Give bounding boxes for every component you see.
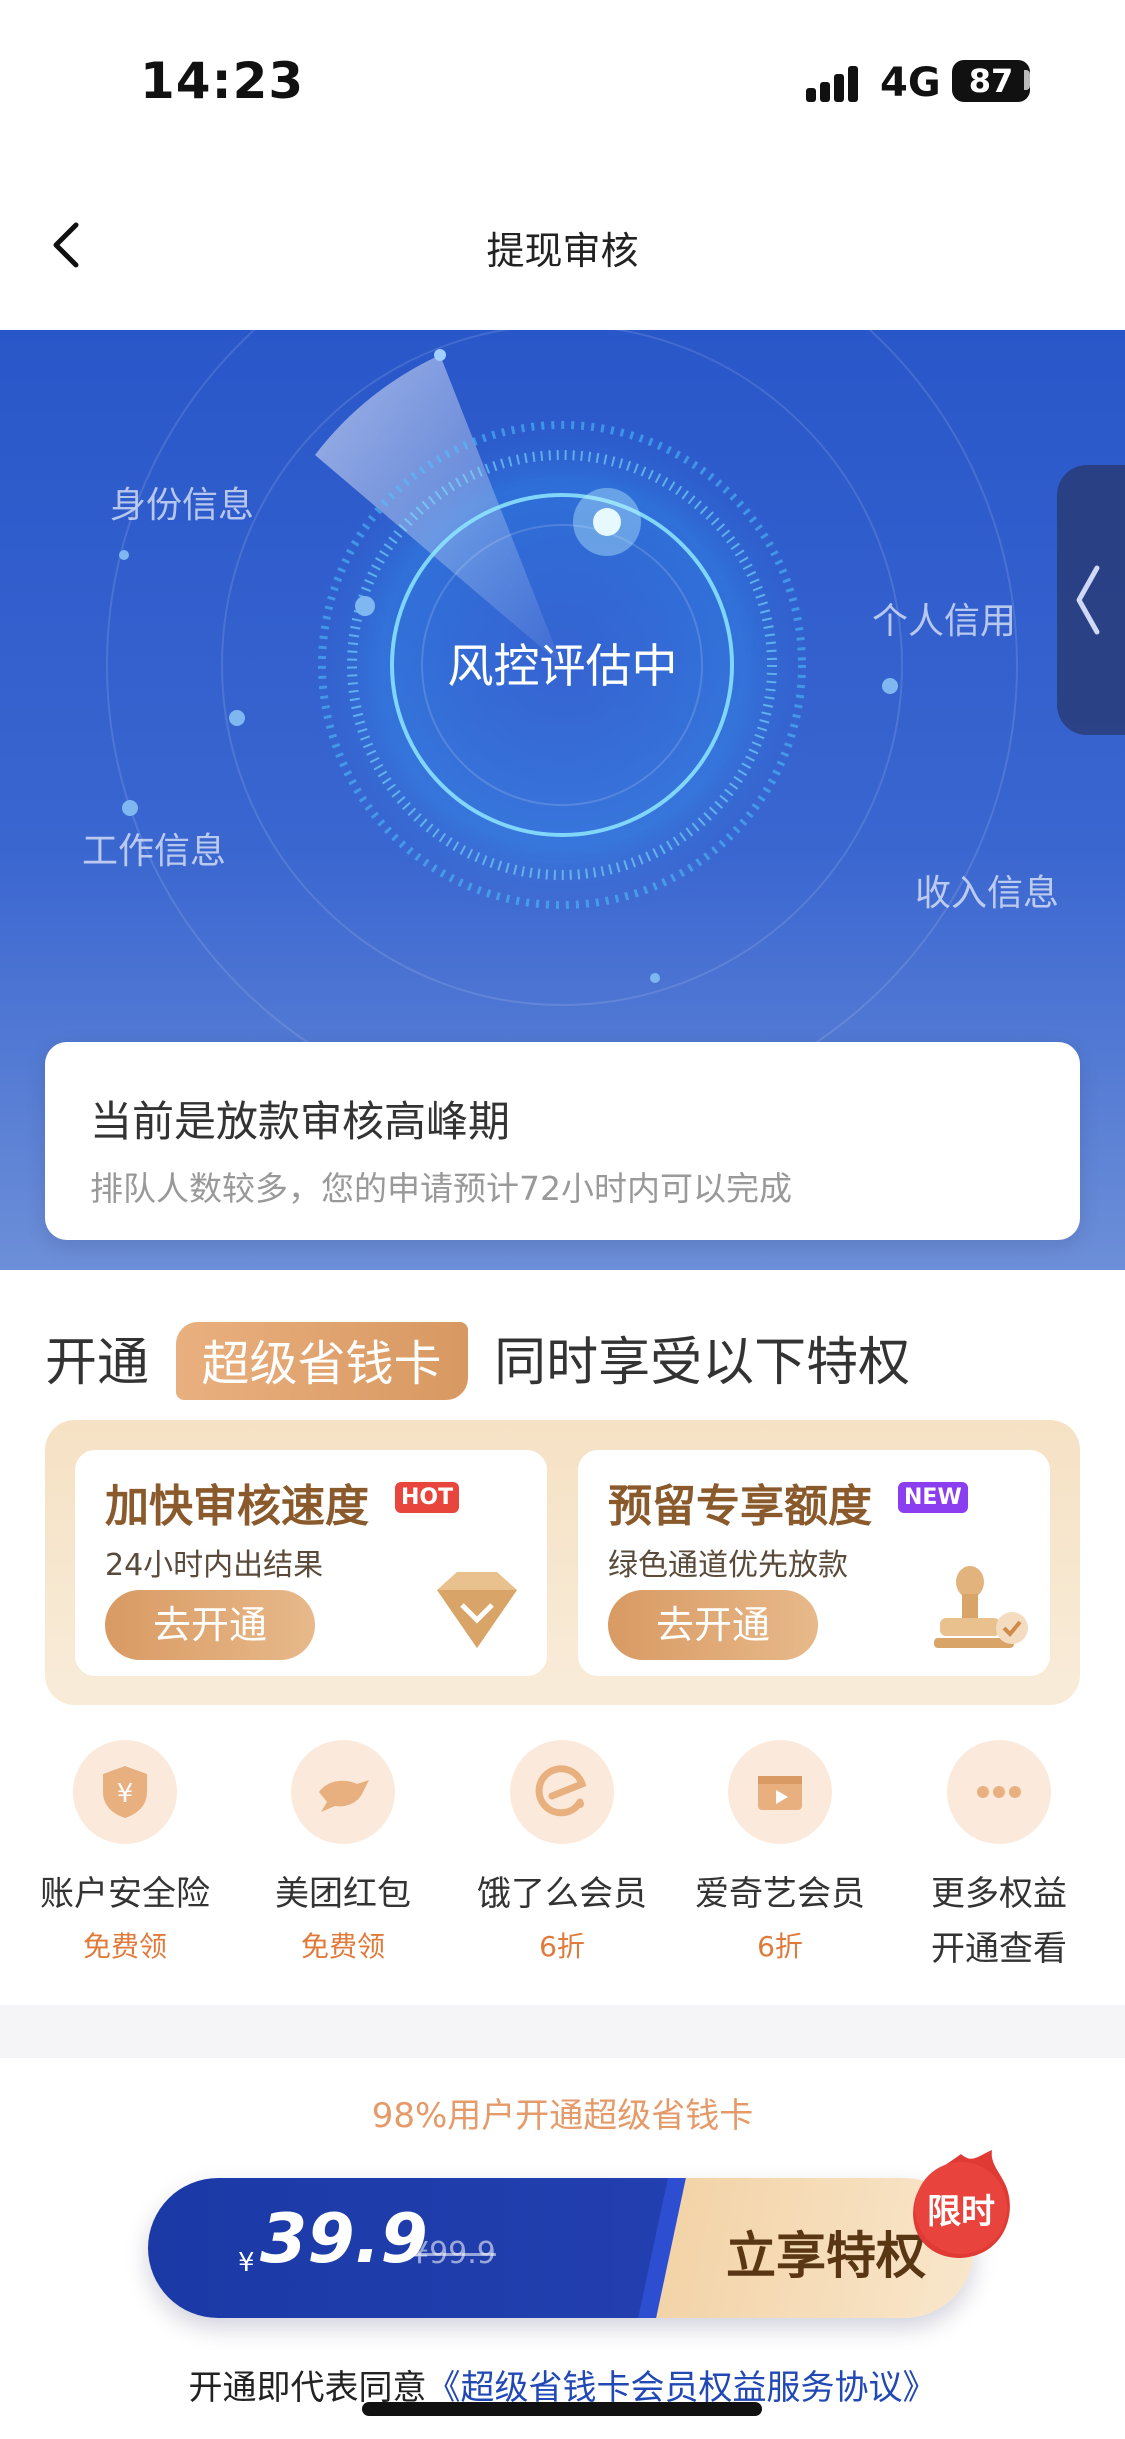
benefit-more[interactable]: 更多权益 开通查看 — [899, 1740, 1099, 1970]
diamond-icon — [437, 1572, 517, 1648]
notice-card: 当前是放款审核高峰期 排队人数较多，您的申请预计72小时内可以完成 — [45, 1042, 1080, 1240]
privilege-card-speed: 加快审核速度 HOT 24小时内出结果 去开通 — [75, 1450, 547, 1676]
benefit-eleme[interactable]: 饿了么会员 6折 — [462, 1740, 662, 1965]
privilege-card-quota: 预留专享额度 NEW 绿色通道优先放款 去开通 — [578, 1450, 1050, 1676]
side-drawer-tab[interactable] — [1057, 465, 1125, 735]
more-icon — [947, 1740, 1051, 1844]
limited-text: 限时 — [927, 2192, 995, 2232]
page-title: 提现审核 — [486, 229, 639, 273]
buy-button[interactable]: ¥ 39.9 ¥99.9 立享特权 — [148, 2178, 974, 2318]
benefit-promo: 免费领 — [82, 1930, 167, 1963]
label-income: 收入信息 — [915, 873, 1060, 914]
signal-icon — [806, 62, 866, 102]
benefit-promo: 6折 — [757, 1930, 803, 1963]
privileges-section: 开通 超级省钱卡 同时享受以下特权 加快审核速度 HOT 24小时内出结果 去开… — [0, 1270, 1125, 2005]
battery-tip — [1024, 70, 1030, 90]
new-tag: NEW — [898, 1482, 968, 1513]
eleme-icon — [510, 1740, 614, 1844]
currency-symbol: ¥ — [238, 2248, 255, 2278]
benefit-name: 饿了么会员 — [477, 1874, 647, 1914]
cta-label: 立享特权 — [726, 2227, 926, 2285]
network-type: 4G — [880, 60, 941, 106]
benefit-account-insurance[interactable]: ¥ 账户安全险 免费领 — [25, 1740, 225, 1965]
card-title: 加快审核速度 — [105, 1481, 369, 1532]
nav-bar: 提现审核 — [0, 170, 1125, 330]
svg-text:¥: ¥ — [117, 1779, 134, 1809]
status-bar: 14:23 4G 87 — [0, 0, 1125, 170]
card-subtitle: 绿色通道优先放款 — [608, 1548, 848, 1583]
activate-button[interactable]: 去开通 — [105, 1590, 315, 1660]
shield-yen-icon: ¥ — [73, 1740, 177, 1844]
video-icon — [728, 1740, 832, 1844]
privilege-cards: 加快审核速度 HOT 24小时内出结果 去开通 预留专享额度 NEW 绿色通道优… — [45, 1420, 1080, 1705]
battery-icon: 87 — [952, 60, 1030, 102]
benefit-name: 美团红包 — [275, 1874, 411, 1914]
notice-title: 当前是放款审核高峰期 — [90, 1097, 511, 1146]
benefit-iqiyi[interactable]: 爱奇艺会员 6折 — [680, 1740, 880, 1965]
home-indicator — [362, 2402, 762, 2416]
privileges-heading: 开通 超级省钱卡 同时享受以下特权 — [45, 1320, 910, 1400]
status-time: 14:23 — [140, 52, 305, 110]
hot-tag: HOT — [395, 1482, 460, 1513]
stamp-icon — [934, 1566, 1028, 1648]
label-work: 工作信息 — [82, 831, 227, 872]
user-stat: 98%用户开通超级省钱卡 — [371, 2096, 754, 2136]
card-name-badge: 超级省钱卡 — [175, 1322, 468, 1400]
price: 39.9 — [260, 2200, 428, 2279]
benefit-name: 爱奇艺会员 — [695, 1874, 865, 1914]
benefit-name: 账户安全险 — [40, 1874, 210, 1914]
assessment-status: 风控评估中 — [447, 639, 678, 693]
benefit-name: 更多权益 — [931, 1874, 1067, 1914]
purchase-panel: 98%用户开通超级省钱卡 ¥ 39.9 ¥99.9 立享特权 限时 开通即代表同… — [0, 2058, 1125, 2439]
benefit-promo: 6折 — [539, 1930, 585, 1963]
chevron-left-icon — [1076, 565, 1100, 635]
limited-time-badge: 限时 — [902, 2146, 1020, 2264]
benefit-meituan[interactable]: 美团红包 免费领 — [243, 1740, 443, 1965]
card-subtitle: 24小时内出结果 — [105, 1548, 324, 1583]
benefit-promo: 免费领 — [300, 1930, 385, 1963]
label-identity: 身份信息 — [110, 485, 255, 526]
benefit-list: ¥ 账户安全险 免费领 美团红包 免费领 饿了么会员 6折 爱奇艺会员 6折 更… — [0, 1740, 1125, 1980]
benefit-promo: 开通查看 — [931, 1929, 1067, 1969]
original-price: ¥99.9 — [410, 2236, 496, 2271]
activate-button[interactable]: 去开通 — [608, 1590, 818, 1660]
card-title: 预留专享额度 — [608, 1481, 872, 1532]
kangaroo-icon — [291, 1740, 395, 1844]
notice-subtitle: 排队人数较多，您的申请预计72小时内可以完成 — [90, 1169, 792, 1208]
heading-suffix: 同时享受以下特权 — [494, 1333, 911, 1393]
heading-prefix: 开通 — [45, 1333, 150, 1393]
